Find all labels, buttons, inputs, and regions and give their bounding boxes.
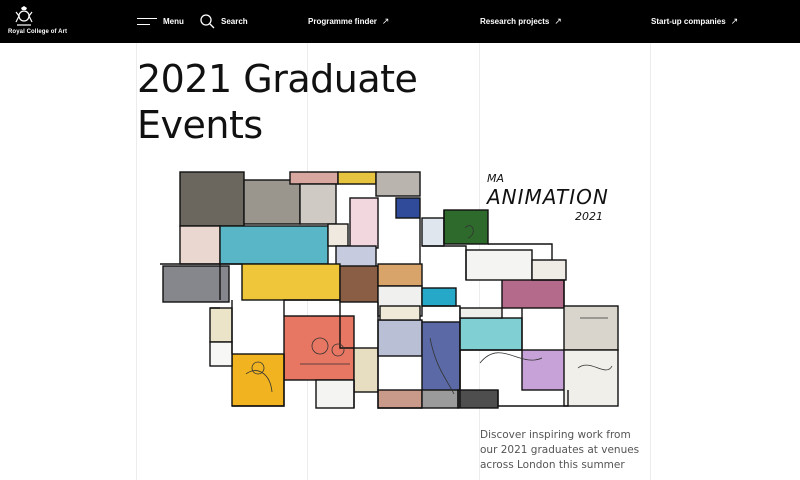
nav-link-programme-finder[interactable]: Programme finder ↗ (308, 0, 389, 43)
nav-link-label: Start-up companies (651, 17, 726, 26)
page-title: 2021 Graduate Events (137, 56, 437, 148)
menu-icon (137, 17, 157, 27)
page-title-line: 2021 Graduate (137, 57, 418, 101)
rca-logo[interactable]: Royal College of Art (8, 6, 68, 38)
page-title-line: Events (137, 103, 263, 147)
search-icon (200, 14, 215, 29)
collage-artwork: MA ANIMATION 2021 (160, 171, 619, 409)
menu-button[interactable]: Menu (137, 0, 184, 43)
hero-text-year: 2021 (575, 210, 603, 223)
nav-link-research-projects[interactable]: Research projects ↗ (480, 0, 562, 43)
nav-link-start-up-companies[interactable]: Start-up companies ↗ (651, 0, 738, 43)
external-arrow-icon: ↗ (730, 16, 739, 26)
external-arrow-icon: ↗ (381, 16, 390, 26)
hero-text-animation: ANIMATION (485, 185, 609, 209)
hero-text-ma: MA (487, 172, 504, 185)
logo-text: Royal College of Art (8, 29, 68, 35)
ma-animation-hero-image[interactable]: MA ANIMATION 2021 (160, 168, 622, 410)
nav-link-label: Research projects (480, 17, 550, 26)
top-navigation-bar: Royal College of Art Menu Search Program… (0, 0, 800, 43)
hero-caption: Discover inspiring work from our 2021 gr… (480, 429, 640, 471)
search-button[interactable]: Search (200, 0, 248, 43)
search-label: Search (221, 17, 248, 26)
menu-label: Menu (163, 17, 184, 26)
external-arrow-icon: ↗ (554, 16, 562, 26)
grid-guide (650, 43, 651, 480)
crest-icon (15, 6, 33, 26)
nav-link-label: Programme finder (308, 17, 377, 26)
